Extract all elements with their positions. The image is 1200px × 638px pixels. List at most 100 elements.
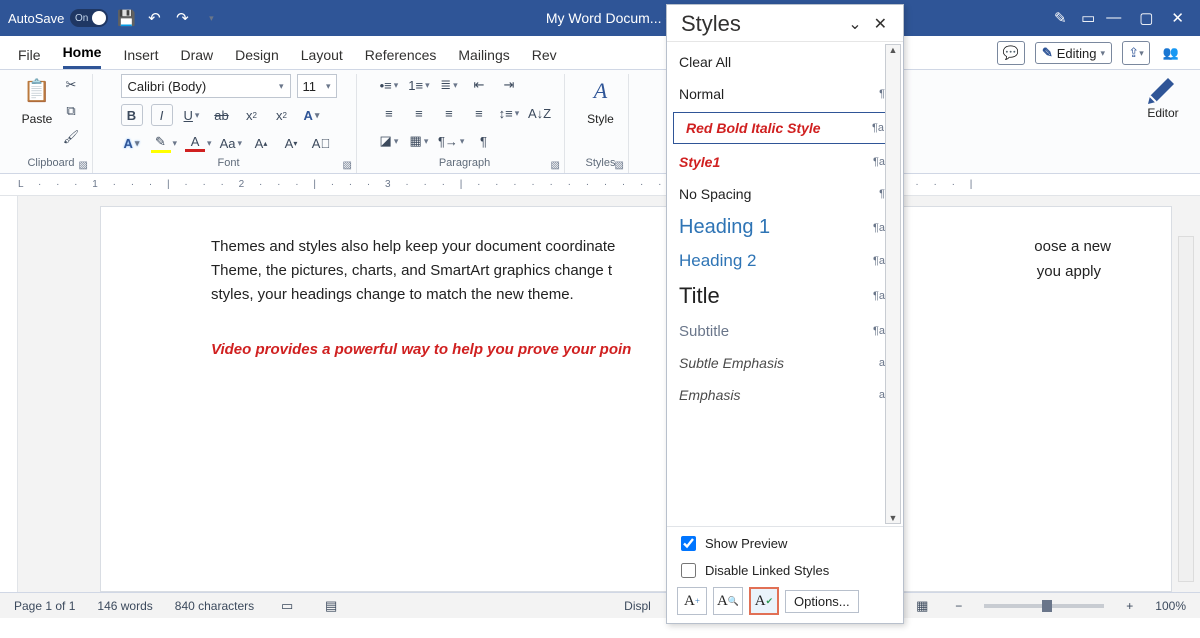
clear-formatting-button[interactable]: A⃠: [310, 132, 332, 154]
styles-button-label[interactable]: Style: [587, 112, 614, 126]
status-spell-icon[interactable]: ▭: [276, 595, 298, 617]
cut-icon[interactable]: ✂: [60, 74, 82, 96]
vertical-ruler[interactable]: [0, 196, 18, 592]
show-marks-button[interactable]: ¶: [472, 130, 494, 152]
document-title[interactable]: My Word Docum... • Saved ▾: [228, 10, 1042, 27]
tab-layout[interactable]: Layout: [301, 47, 343, 69]
web-layout-icon[interactable]: ▦: [911, 595, 933, 617]
numbering-button[interactable]: 1≡: [408, 74, 430, 96]
increase-indent-button[interactable]: ⇥: [498, 74, 520, 96]
paste-label[interactable]: Paste: [22, 112, 53, 126]
shading-button[interactable]: ◪: [378, 130, 400, 152]
editing-mode-button[interactable]: ✎Editing▾: [1035, 42, 1112, 64]
present-icon[interactable]: ✎: [1050, 8, 1070, 28]
paste-icon[interactable]: 📋: [20, 74, 54, 108]
undo-icon[interactable]: ↶: [144, 8, 164, 28]
justify-button[interactable]: ≡: [468, 102, 490, 124]
comments-button[interactable]: 💬: [997, 41, 1025, 65]
redo-icon[interactable]: ↷: [172, 8, 192, 28]
tab-home[interactable]: Home: [63, 44, 102, 69]
change-case-button[interactable]: Aa: [220, 132, 242, 154]
tab-file[interactable]: File: [18, 47, 41, 69]
clipboard-dialog-launcher[interactable]: ▧: [79, 160, 88, 171]
styles-pane-close-button[interactable]: ✕: [868, 12, 893, 36]
show-preview-checkbox[interactable]: Show Preview: [677, 533, 893, 554]
style-subtle-emphasis[interactable]: Subtle Emphasisa: [667, 347, 903, 379]
line-spacing-button[interactable]: ↕≡: [498, 102, 520, 124]
horizontal-ruler[interactable]: L · · · 1 · · · | · · · 2 · · · | · · · …: [0, 174, 1200, 196]
tab-review[interactable]: Rev: [532, 47, 557, 69]
zoom-slider[interactable]: [984, 604, 1104, 608]
highlight-button[interactable]: ✎: [151, 132, 178, 154]
maximize-button[interactable]: ▢: [1139, 9, 1153, 27]
superscript-button[interactable]: x2: [271, 104, 293, 126]
qat-customize-icon[interactable]: [200, 8, 220, 28]
close-button[interactable]: ✕: [1171, 9, 1184, 27]
format-painter-icon[interactable]: 🖌: [60, 126, 82, 148]
tab-draw[interactable]: Draw: [180, 47, 213, 69]
multilevel-button[interactable]: ≣: [438, 74, 460, 96]
status-access-icon[interactable]: ▤: [320, 595, 342, 617]
styles-options-button[interactable]: Options...: [785, 590, 859, 613]
zoom-in-button[interactable]: +: [1126, 599, 1133, 613]
italic-button[interactable]: I: [151, 104, 173, 126]
ltr-button[interactable]: ¶→: [438, 130, 465, 152]
style-inspector-button[interactable]: A🔍: [713, 587, 743, 615]
font-size-combo[interactable]: 11▾: [297, 74, 337, 98]
style-normal[interactable]: Normal¶: [667, 78, 903, 110]
tab-mailings[interactable]: Mailings: [458, 47, 509, 69]
style-heading1[interactable]: Heading 1¶a: [667, 210, 903, 245]
borders-button[interactable]: ▦: [408, 130, 430, 152]
zoom-value[interactable]: 100%: [1155, 599, 1186, 613]
decrease-indent-button[interactable]: ⇤: [468, 74, 490, 96]
align-right-button[interactable]: ≡: [438, 102, 460, 124]
minimize-button[interactable]: —: [1106, 9, 1121, 27]
manage-styles-button[interactable]: A✔: [749, 587, 779, 615]
tab-insert[interactable]: Insert: [123, 47, 158, 69]
font-color-button[interactable]: A: [185, 132, 212, 154]
tab-references[interactable]: References: [365, 47, 437, 69]
bold-button[interactable]: B: [121, 104, 143, 126]
status-words[interactable]: 146 words: [97, 599, 152, 613]
copy-icon[interactable]: ⧉: [60, 100, 82, 122]
autosave-toggle[interactable]: AutoSave On: [8, 9, 108, 27]
status-page[interactable]: Page 1 of 1: [14, 599, 75, 613]
zoom-out-button[interactable]: −: [955, 599, 962, 613]
tab-design[interactable]: Design: [235, 47, 279, 69]
underline-button[interactable]: U: [181, 104, 203, 126]
bullets-button[interactable]: •≡: [378, 74, 400, 96]
styles-dialog-launcher[interactable]: ▧: [615, 160, 624, 171]
autosave-switch[interactable]: On: [70, 9, 108, 27]
new-style-button[interactable]: A+: [677, 587, 707, 615]
ribbon-mode-icon[interactable]: ▭: [1078, 8, 1098, 28]
text-effects-button[interactable]: A: [301, 104, 323, 126]
paragraph-dialog-launcher[interactable]: ▧: [551, 160, 560, 171]
style-heading2[interactable]: Heading 2¶a: [667, 245, 903, 277]
style-style1[interactable]: Style1¶a: [667, 146, 903, 178]
styles-clear-all[interactable]: Clear All: [667, 46, 903, 78]
save-icon[interactable]: 💾: [116, 8, 136, 28]
status-chars[interactable]: 840 characters: [175, 599, 254, 613]
text-effects2-button[interactable]: A: [121, 132, 143, 154]
subscript-button[interactable]: x2: [241, 104, 263, 126]
presence-icon[interactable]: 👥: [1160, 42, 1182, 64]
align-left-button[interactable]: ≡: [378, 102, 400, 124]
font-dialog-launcher[interactable]: ▧: [343, 160, 352, 171]
styles-pane-collapse-icon[interactable]: ⌄: [842, 12, 867, 36]
styles-scrollbar[interactable]: ▲▼: [885, 44, 901, 524]
style-emphasis[interactable]: Emphasisa: [667, 379, 903, 411]
grow-font-button[interactable]: A▴: [250, 132, 272, 154]
shrink-font-button[interactable]: A▾: [280, 132, 302, 154]
disable-linked-checkbox[interactable]: Disable Linked Styles: [677, 560, 893, 581]
status-display[interactable]: Displ: [624, 599, 651, 613]
strikethrough-button[interactable]: ab: [211, 104, 233, 126]
vertical-scrollbar[interactable]: [1178, 236, 1194, 582]
font-name-combo[interactable]: Calibri (Body)▾: [121, 74, 291, 98]
align-center-button[interactable]: ≡: [408, 102, 430, 124]
editor-button[interactable]: Editor: [1146, 74, 1180, 120]
style-subtitle[interactable]: Subtitle¶a: [667, 315, 903, 347]
styles-icon[interactable]: A: [584, 74, 618, 108]
sort-button[interactable]: A↓Z: [528, 102, 551, 124]
share-button[interactable]: ⇪▾: [1122, 41, 1150, 65]
style-no-spacing[interactable]: No Spacing¶: [667, 178, 903, 210]
